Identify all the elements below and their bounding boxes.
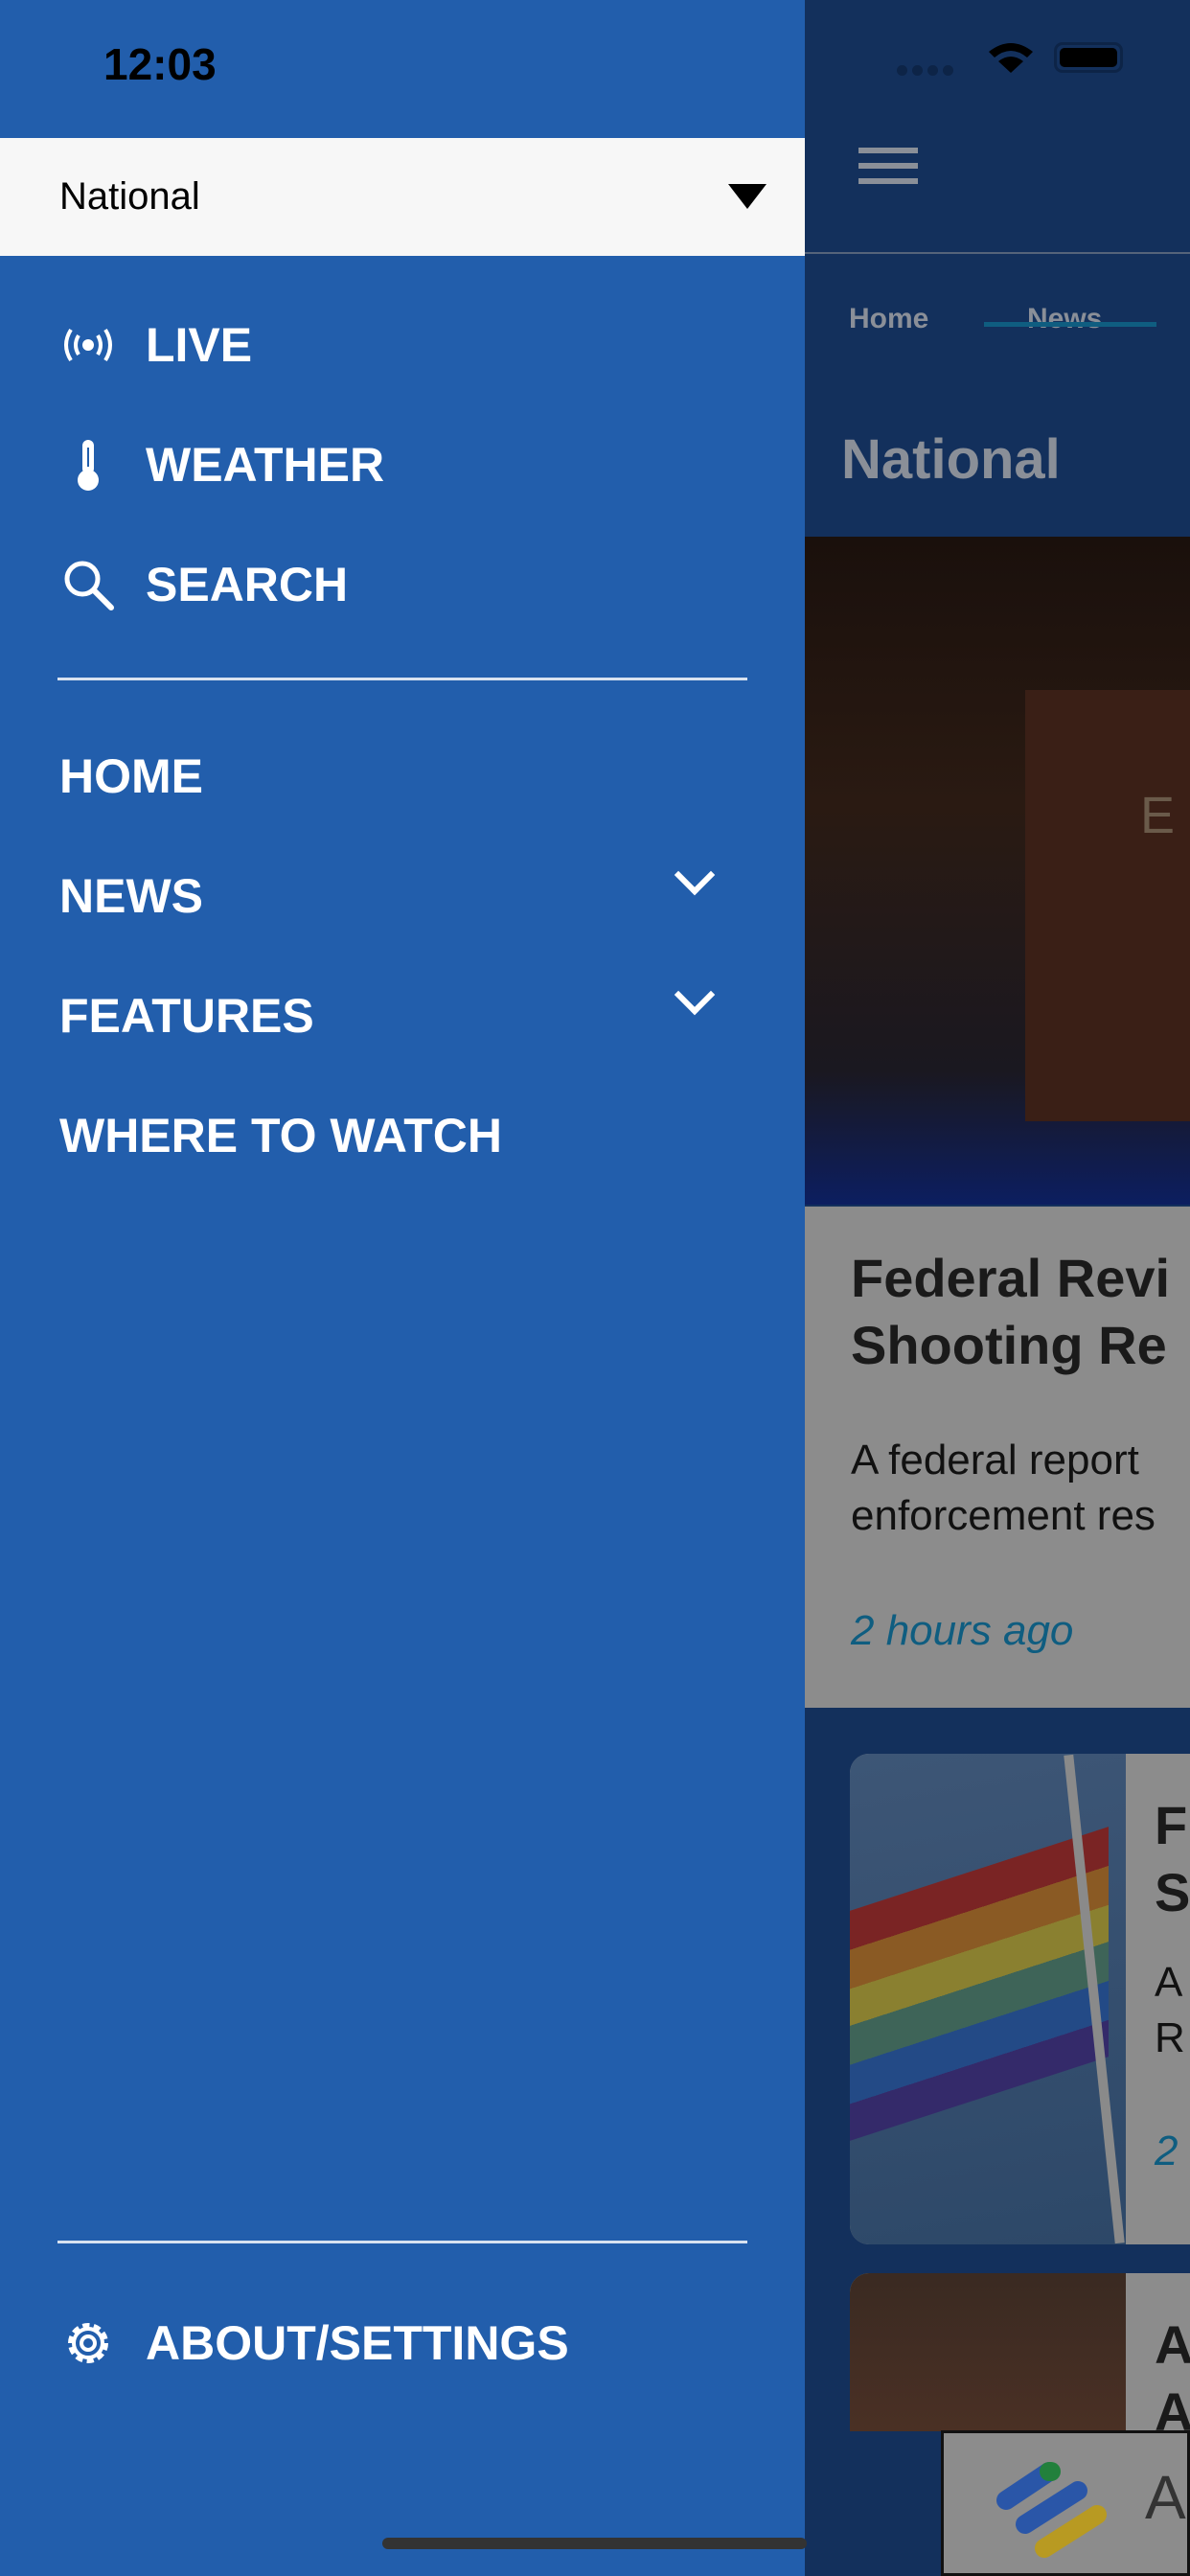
gear-icon xyxy=(59,2314,117,2372)
menu-item-label: WEATHER xyxy=(146,438,385,492)
menu-item-label: FEATURES xyxy=(59,989,314,1043)
menu-item-features[interactable]: FEATURES xyxy=(59,982,314,1049)
section-title: National xyxy=(841,428,1061,491)
region-selector[interactable]: National xyxy=(0,138,805,256)
main-content-dimmed: Home News National E Federal Revi Shooti… xyxy=(805,0,1190,2576)
menu-item-news[interactable]: NEWS xyxy=(59,862,749,930)
wifi-icon xyxy=(989,43,1033,73)
article-description-line: A federal report xyxy=(851,1437,1139,1484)
menu-item-label: SEARCH xyxy=(146,558,349,611)
article-title-line: A xyxy=(1155,2381,1190,2431)
menu-item-weather[interactable]: WEATHER xyxy=(59,431,384,498)
ad-banner[interactable]: A xyxy=(941,2430,1190,2576)
menu-item-label: LIVE xyxy=(146,318,253,372)
article-title-line: Shooting Re xyxy=(851,1315,1167,1375)
home-indicator xyxy=(382,2538,807,2549)
menu-divider xyxy=(57,678,747,680)
article-card[interactable]: A A xyxy=(850,2273,1190,2431)
article-timestamp: 2 xyxy=(1155,2128,1179,2174)
hamburger-menu-icon[interactable] xyxy=(858,148,918,184)
featured-article-card[interactable]: Federal Revi Shooting Re A federal repor… xyxy=(805,1207,1190,1708)
status-time: 12:03 xyxy=(103,39,217,89)
battery-icon xyxy=(1054,42,1123,73)
menu-item-home[interactable]: HOME xyxy=(59,743,203,810)
portrait-image xyxy=(850,2273,1126,2431)
ad-logo-icon xyxy=(996,2462,1107,2558)
header-divider xyxy=(805,252,1190,254)
tab-news[interactable]: News xyxy=(1027,303,1102,335)
dropdown-arrow-icon xyxy=(728,184,767,209)
article-title-line: A xyxy=(1155,2314,1190,2375)
ad-text: A xyxy=(1145,2463,1186,2532)
article-title-line: Federal Revi xyxy=(851,1248,1171,1308)
article-description-line: R xyxy=(1155,2014,1185,2061)
menu-item-label: HOME xyxy=(59,749,203,803)
menu-item-label: WHERE TO WATCH xyxy=(59,1109,503,1162)
article-title-line: F xyxy=(1155,1795,1188,1855)
article-card[interactable]: F S A R 2 xyxy=(850,1754,1190,2244)
menu-item-live[interactable]: LIVE xyxy=(59,311,252,379)
region-selector-value: National xyxy=(59,175,200,218)
chevron-down-icon[interactable] xyxy=(674,974,716,1016)
live-broadcast-icon xyxy=(59,316,117,374)
menu-divider xyxy=(57,2241,747,2243)
menu-item-about-settings[interactable]: ABOUT/SETTINGS xyxy=(59,2310,569,2377)
menu-item-where-to-watch[interactable]: WHERE TO WATCH xyxy=(59,1102,502,1169)
active-tab-indicator xyxy=(984,322,1156,327)
article-description-line: A xyxy=(1155,1959,1183,2006)
thermometer-icon xyxy=(59,436,117,494)
article-timestamp: 2 hours ago xyxy=(851,1607,1074,1654)
signal-icon xyxy=(897,65,953,76)
menu-item-search[interactable]: SEARCH xyxy=(59,551,348,618)
menu-item-label: ABOUT/SETTINGS xyxy=(146,2316,569,2370)
tab-home[interactable]: Home xyxy=(849,303,928,335)
menu-item-label: NEWS xyxy=(59,869,203,923)
side-drawer: 12:03 National LIVE WEATHER SEARCH HOME … xyxy=(0,0,805,2576)
rainbow-flag-image xyxy=(850,1754,1126,2244)
article-description-line: enforcement res xyxy=(851,1492,1156,1539)
article-title-line: S xyxy=(1155,1862,1190,1922)
search-icon xyxy=(59,556,117,613)
featured-article-image[interactable]: E xyxy=(805,537,1190,1205)
